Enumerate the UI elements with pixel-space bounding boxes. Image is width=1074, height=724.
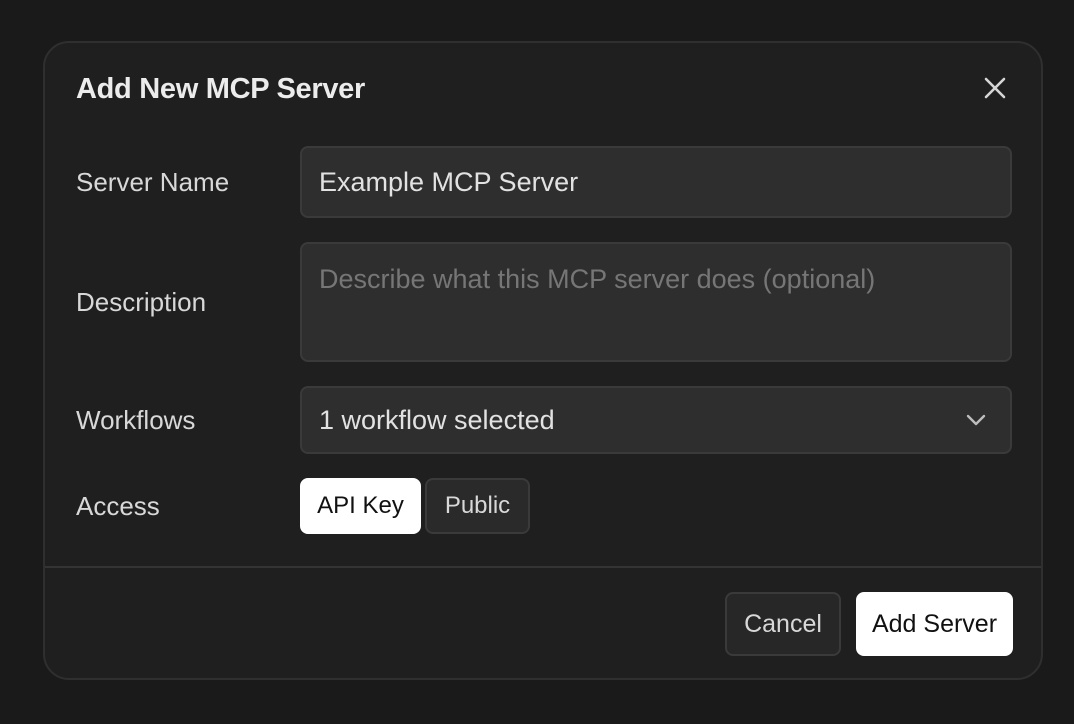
server-name-label: Server Name (76, 167, 230, 197)
cancel-button[interactable]: Cancel (725, 592, 841, 656)
workflows-selected-value: 1 workflow selected (319, 404, 555, 435)
workflows-label: Workflows (76, 405, 196, 435)
workflows-select[interactable]: 1 workflow selected (300, 386, 1012, 454)
server-name-input[interactable]: Example MCP Server (300, 146, 1012, 218)
access-toggle: API Key Public (300, 478, 530, 534)
add-server-button[interactable]: Add Server (856, 592, 1013, 656)
description-label: Description (76, 287, 207, 317)
dialog-title: Add New MCP Server (76, 73, 365, 105)
access-label: Access (76, 491, 160, 521)
description-textarea[interactable]: Describe what this MCP server does (opti… (300, 242, 1012, 362)
close-button[interactable] (981, 74, 1009, 102)
add-mcp-server-dialog: Add New MCP Server Server Name Example M… (43, 41, 1043, 680)
description-placeholder: Describe what this MCP server does (opti… (319, 264, 876, 294)
close-icon (984, 77, 1006, 99)
access-option-public[interactable]: Public (425, 478, 530, 534)
chevron-down-icon (966, 414, 986, 426)
footer-divider (45, 566, 1041, 568)
access-option-api-key[interactable]: API Key (300, 478, 421, 534)
